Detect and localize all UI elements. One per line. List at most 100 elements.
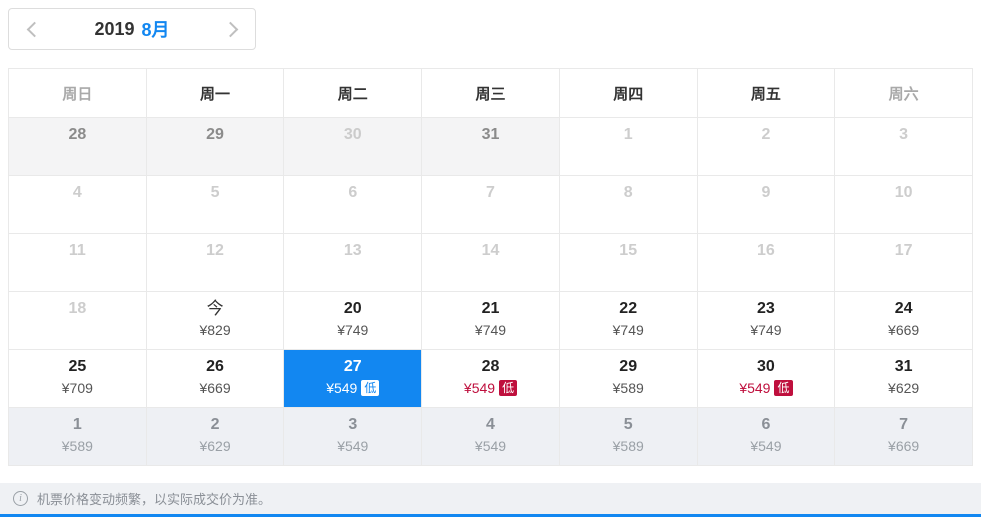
calendar-cell[interactable]: 1 ¥589: [9, 408, 147, 466]
price-label: ¥669: [888, 437, 919, 455]
day-number: 22: [619, 299, 637, 319]
day-number: 7: [899, 415, 908, 435]
weekday-header: 周一: [147, 69, 285, 118]
calendar-cell[interactable]: 7 ¥669: [835, 408, 973, 466]
calendar-cell[interactable]: 31¥629: [835, 350, 973, 408]
year-label: 2019: [94, 19, 134, 40]
calendar-cell[interactable]: 24 ¥669: [835, 292, 973, 350]
day-number: 11: [69, 241, 86, 261]
calendar-cell[interactable]: 6 ¥549: [698, 408, 836, 466]
day-number: 14: [482, 241, 500, 261]
price-label: ¥549: [464, 379, 495, 397]
calendar-cell[interactable]: 29 ¥589: [560, 350, 698, 408]
day-number: 8: [624, 183, 633, 203]
calendar-cell[interactable]: 23 ¥749: [698, 292, 836, 350]
calendar-cell: 28: [9, 118, 147, 176]
day-number: 25: [68, 357, 86, 377]
day-number: 5: [624, 415, 633, 435]
calendar-cell: 1: [560, 118, 698, 176]
day-number: 6: [761, 415, 770, 435]
price-row: ¥629: [888, 379, 919, 397]
calendar-cell: 5: [147, 176, 285, 234]
calendar-cell: 9: [698, 176, 836, 234]
day-number: 21: [482, 299, 500, 319]
calendar-cell: 18: [9, 292, 147, 350]
price-row: ¥669: [888, 321, 919, 339]
weekday-header: 周六: [835, 69, 973, 118]
calendar-cell: 11: [9, 234, 147, 292]
calendar-cell: 16: [698, 234, 836, 292]
month-navigator: 2019 8月: [8, 8, 256, 50]
price-row: ¥749: [750, 321, 781, 339]
day-number: 26: [206, 357, 224, 377]
day-number: 28: [482, 357, 500, 377]
price-row: ¥589: [613, 437, 644, 455]
price-row: ¥549低: [326, 379, 379, 397]
calendar-cell[interactable]: 26 ¥669: [147, 350, 285, 408]
calendar-cell[interactable]: 28¥549低: [422, 350, 560, 408]
calendar-cell[interactable]: 2¥629: [147, 408, 285, 466]
calendar-cell: 3: [835, 118, 973, 176]
day-number: 23: [757, 299, 775, 319]
day-number: 29: [206, 125, 224, 145]
calendar-cell[interactable]: 25 ¥709: [9, 350, 147, 408]
price-label: ¥589: [613, 379, 644, 397]
price-row: ¥749: [475, 321, 506, 339]
price-row: ¥629: [199, 437, 230, 455]
day-number: 1: [73, 415, 82, 435]
price-notice-text: 机票价格变动频繁，以实际成交价为准。: [37, 489, 271, 508]
weekday-header: 周四: [560, 69, 698, 118]
day-number: 2: [761, 125, 770, 145]
price-row: ¥549: [475, 437, 506, 455]
calendar-cell[interactable]: 22 ¥749: [560, 292, 698, 350]
day-number: 9: [761, 183, 770, 203]
price-row: ¥549低: [739, 379, 792, 397]
calendar-cell: 15: [560, 234, 698, 292]
calendar-cell: 7: [422, 176, 560, 234]
price-row: ¥549: [750, 437, 781, 455]
price-row: ¥669: [888, 437, 919, 455]
price-row: ¥709: [62, 379, 93, 397]
price-row: ¥549: [337, 437, 368, 455]
weekday-header-row: 周日周一周二周三周四周五周六: [9, 69, 973, 118]
next-month-button[interactable]: [215, 12, 249, 46]
price-label: ¥829: [199, 321, 230, 339]
price-row: ¥589: [62, 437, 93, 455]
calendar-cell[interactable]: 21 ¥749: [422, 292, 560, 350]
day-number: 29: [619, 357, 637, 377]
month-title: 2019 8月: [94, 16, 169, 42]
info-icon: i: [13, 491, 28, 506]
weekday-header: 周日: [9, 69, 147, 118]
price-label: ¥549: [739, 379, 770, 397]
calendar-cell: 30: [284, 118, 422, 176]
prev-month-button[interactable]: [15, 12, 49, 46]
calendar-cell[interactable]: 3 ¥549: [284, 408, 422, 466]
price-label: ¥549: [326, 379, 357, 397]
day-number: 13: [344, 241, 362, 261]
day-number: 15: [619, 241, 637, 261]
price-row: ¥829: [199, 321, 230, 339]
day-number: 3: [348, 415, 357, 435]
calendar-cell[interactable]: 今¥829: [147, 292, 285, 350]
calendar-cell[interactable]: 5 ¥589: [560, 408, 698, 466]
month-label: 8月: [142, 16, 170, 42]
price-label: ¥549: [750, 437, 781, 455]
weekday-header: 周五: [698, 69, 836, 118]
day-number: 30: [344, 125, 362, 145]
day-number: 6: [348, 183, 357, 203]
day-number: 24: [895, 299, 913, 319]
day-number: 7: [486, 183, 495, 203]
price-row: ¥589: [613, 379, 644, 397]
calendar-cell[interactable]: 30¥549低: [698, 350, 836, 408]
price-label: ¥749: [613, 321, 644, 339]
calendar-grid-body: 28293031123456789101112131415161718今¥829…: [9, 118, 973, 466]
price-label: ¥749: [750, 321, 781, 339]
calendar-cell[interactable]: 20¥749: [284, 292, 422, 350]
calendar-cell-selected[interactable]: 27 ¥549低: [284, 350, 422, 408]
day-number: 27: [344, 357, 362, 377]
weekday-header: 周二: [284, 69, 422, 118]
calendar-cell[interactable]: 4¥549: [422, 408, 560, 466]
price-label: ¥669: [199, 379, 230, 397]
price-label: ¥669: [888, 321, 919, 339]
calendar-cell: 14: [422, 234, 560, 292]
